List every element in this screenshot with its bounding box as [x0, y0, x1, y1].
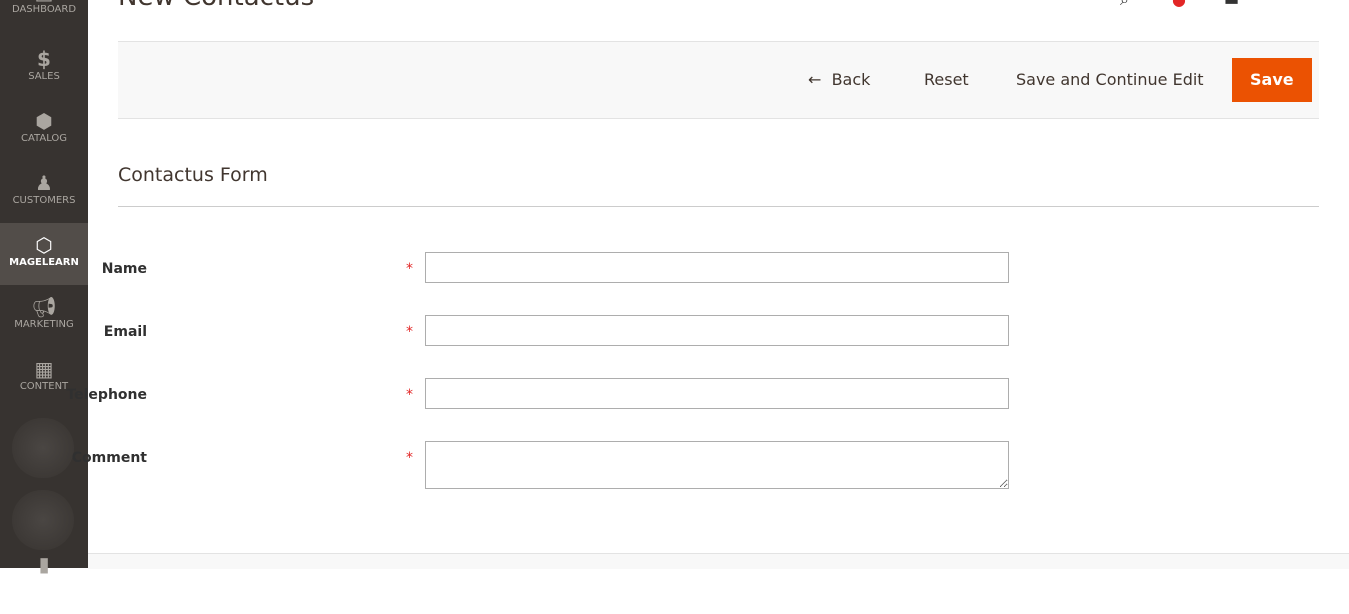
reset-button[interactable]: Reset — [924, 58, 969, 102]
nav-dashboard[interactable]: ▣DASHBOARD — [0, 0, 88, 42]
megaphone-icon: 📢︎ — [31, 295, 57, 319]
nav-item-blurred[interactable] — [12, 418, 74, 478]
page-title: New Contactus — [118, 0, 314, 12]
footer — [88, 553, 1349, 569]
dollar-icon: $ — [37, 47, 51, 71]
divider — [118, 206, 1319, 207]
save-button[interactable]: Save — [1232, 58, 1312, 102]
back-button[interactable]: ← Back — [808, 58, 870, 102]
required-mark: * — [406, 324, 413, 340]
nav-item-blurred[interactable] — [12, 490, 74, 550]
comment-textarea[interactable] — [425, 441, 1009, 489]
notifications-icon[interactable]: ● — [1172, 0, 1186, 9]
field-label: Comment — [71, 450, 147, 466]
admin-sidebar: ▣DASHBOARD $SALES ⬢CATALOG ♟CUSTOMERS ⬡M… — [0, 0, 88, 576]
nav-reports[interactable]: ▮ — [0, 552, 88, 614]
field-label: Name — [101, 261, 147, 277]
nav-catalog[interactable]: ⬢ CATALOG — [0, 109, 88, 171]
box-icon: ⬢ — [35, 109, 53, 133]
name-input[interactable] — [425, 252, 1009, 283]
email-input[interactable] — [425, 315, 1009, 346]
required-mark: * — [406, 387, 413, 403]
layout-icon: ▦ — [34, 357, 54, 381]
bar-chart-icon: ▮ — [38, 552, 50, 576]
hexagon-icon: ⬡ — [35, 233, 53, 257]
field-label: Email — [103, 324, 147, 340]
form-section-title: Contactus Form — [118, 164, 268, 186]
person-icon: ♟ — [35, 171, 53, 195]
telephone-input[interactable] — [425, 378, 1009, 409]
required-mark: * — [406, 261, 413, 277]
user-icon[interactable]: ▬ — [1224, 0, 1239, 9]
required-mark: * — [406, 450, 413, 466]
nav-sales[interactable]: $ SALES — [0, 47, 88, 109]
nav-magelearn[interactable]: ⬡ MAGELEARN — [0, 223, 88, 285]
save-continue-button[interactable]: Save and Continue Edit — [1016, 58, 1204, 102]
nav-marketing[interactable]: 📢︎ MARKETING — [0, 295, 88, 357]
arrow-left-icon: ← — [808, 70, 822, 89]
field-label: Telephone — [66, 387, 147, 403]
search-icon[interactable]: ⌕ — [1120, 0, 1129, 10]
page-actions-bar: ← Back Reset Save and Continue Edit Save — [118, 41, 1319, 119]
